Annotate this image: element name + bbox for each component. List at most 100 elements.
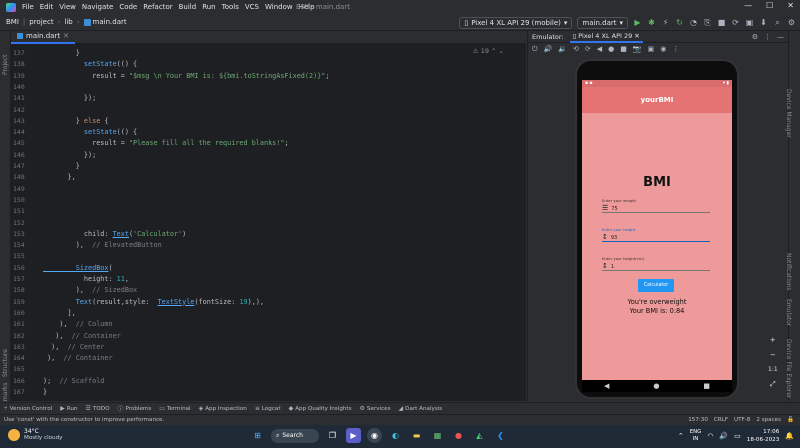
code-line[interactable]: ), // SizedBox	[43, 286, 137, 294]
weight-field[interactable]: Enter your weight ☰ 75	[602, 198, 710, 213]
breadcrumb-file[interactable]: main.dart	[93, 18, 127, 26]
tool-window-device-file-explorer[interactable]: Device File Explorer	[785, 339, 792, 398]
wifi-icon[interactable]: ◠	[707, 432, 713, 440]
tool-app-quality-insights[interactable]: ◆ App Quality Insights	[289, 405, 352, 412]
chrome-icon[interactable]: ◉	[367, 428, 382, 443]
maximize-icon[interactable]: ☐	[766, 1, 773, 10]
back-icon[interactable]: ◀	[604, 382, 609, 390]
menu-file[interactable]: File	[22, 3, 34, 11]
tool-app-inspection[interactable]: ◈ App Inspection	[199, 405, 247, 412]
home-icon[interactable]: ●	[653, 382, 659, 390]
battery-icon[interactable]: ▭	[734, 432, 741, 440]
task-view-icon[interactable]: ❐	[325, 428, 340, 443]
edge-icon[interactable]: ◐	[388, 428, 403, 443]
clock[interactable]: 17:06 18-06-2023	[747, 428, 780, 444]
menu-refactor[interactable]: Refactor	[143, 3, 172, 11]
rotate-right-icon[interactable]: ⟳	[585, 45, 591, 53]
fit-screen-icon[interactable]: ⤢	[770, 380, 776, 389]
code-line[interactable]: Text(result,style: TextStyle(fontSize: 1…	[43, 298, 264, 306]
code-area[interactable]: } setState(() { result = "$msg \n Your B…	[43, 45, 523, 401]
settings-icon[interactable]: ⚙	[752, 33, 758, 41]
zoom-out-icon[interactable]: −	[770, 351, 776, 359]
snapshot-icon[interactable]: ▣	[648, 45, 655, 53]
taskbar-search[interactable]: ⌕ Search	[271, 428, 319, 443]
profile-icon[interactable]: ◔	[689, 18, 698, 27]
menu-build[interactable]: Build	[179, 3, 197, 11]
weather-widget[interactable]: 34°C Mostly cloudy	[8, 428, 62, 441]
code-line[interactable]: ), // Container	[43, 332, 121, 340]
code-line[interactable]: ), // Column	[43, 320, 112, 328]
screenshot-icon[interactable]: 📷	[633, 45, 642, 53]
hide-icon[interactable]: —	[777, 33, 784, 41]
hot-reload-icon[interactable]: ⚡	[661, 18, 670, 27]
overview-icon[interactable]: ■	[703, 382, 710, 390]
breadcrumb-lib[interactable]: lib	[64, 18, 72, 26]
tool-window-device-manager[interactable]: Device Manager	[785, 89, 792, 138]
volume-up-icon[interactable]: 🔊	[544, 45, 553, 53]
volume-down-icon[interactable]: 🔉	[558, 45, 567, 53]
file-explorer-icon[interactable]: ▬	[409, 428, 424, 443]
tool-terminal[interactable]: ▭ Terminal	[159, 405, 190, 412]
calculator-button[interactable]: Calculator	[638, 279, 674, 292]
height-cm-field[interactable]: Enter your height(cm) ↕ 1	[602, 256, 710, 271]
store-icon[interactable]: ▦	[430, 428, 445, 443]
close-tab-icon[interactable]: ✕	[634, 32, 639, 40]
tool-window-structure[interactable]: Structure	[2, 349, 9, 377]
debug-icon[interactable]: ✱	[647, 18, 656, 27]
run-icon[interactable]: ▶	[633, 18, 642, 27]
breadcrumb-project[interactable]: project	[29, 18, 53, 26]
stop-icon[interactable]: ■	[717, 18, 726, 27]
code-line[interactable]: setState(() {	[43, 60, 137, 68]
close-icon[interactable]: ✕	[787, 1, 794, 10]
settings-icon[interactable]: ⚙	[787, 18, 796, 27]
height-input[interactable]: 93	[611, 235, 617, 241]
tab-emulator-device[interactable]: ▯ Pixel 4 XL API 29 ✕	[569, 31, 643, 43]
code-line[interactable]: ],	[43, 309, 76, 317]
menu-vcs[interactable]: VCS	[245, 3, 259, 11]
code-line[interactable]: });	[43, 151, 96, 159]
code-line[interactable]: } else {	[43, 117, 109, 125]
speaker-icon[interactable]: 🔊	[719, 432, 728, 440]
tool-window-emulator[interactable]: Emulator	[785, 299, 792, 326]
tool-window-project[interactable]: Project	[2, 54, 9, 75]
search-everywhere-icon[interactable]: ⌕	[773, 18, 782, 27]
code-line[interactable]: });	[43, 94, 96, 102]
file-encoding[interactable]: UTF-8	[734, 417, 750, 423]
code-line[interactable]: result = "Please fill all the required b…	[43, 139, 288, 147]
run-config-selector[interactable]: main.dart ▾	[577, 16, 628, 29]
height-cm-input[interactable]: 1	[611, 264, 614, 270]
tool-todo[interactable]: ☰ TODO	[86, 405, 110, 412]
language-indicator[interactable]: ENG IN	[690, 429, 702, 443]
code-line[interactable]: child: Text('Calculator')	[43, 230, 186, 238]
code-line[interactable]: }	[43, 49, 80, 57]
notification-center-icon[interactable]: 🔔	[785, 432, 794, 440]
code-line[interactable]: }	[43, 388, 47, 396]
chevron-up-icon[interactable]: ⌃	[678, 432, 684, 440]
more-icon[interactable]: ⋮	[672, 45, 679, 53]
home-icon[interactable]: ●	[608, 45, 614, 53]
attach-icon[interactable]: ⎘	[703, 18, 712, 27]
code-line[interactable]: ), // ElevatedButton	[43, 241, 162, 249]
code-line[interactable]: setState(() {	[43, 128, 137, 136]
power-icon[interactable]: ⏻	[532, 45, 538, 54]
device-screen[interactable]: ▪ ▪ ▾ ▮ yourBMI BMI Enter your weight ☰ 75…	[582, 80, 732, 380]
tool-problems[interactable]: ⓘ Problems	[117, 404, 151, 414]
weight-input[interactable]: 75	[611, 206, 617, 212]
tool-logcat[interactable]: ≡ Logcat	[255, 405, 281, 412]
browser-icon[interactable]: ●	[451, 428, 466, 443]
menu-code[interactable]: Code	[119, 3, 137, 11]
code-line[interactable]: ), // Center	[43, 343, 104, 351]
minimize-icon[interactable]: —	[744, 1, 752, 10]
code-editor[interactable]: main.dart ✕ ⚠ 19 ⌃ ⌄ 137 138 139 140 141 142 1…	[11, 31, 526, 401]
sdk-manager-icon[interactable]: ⬇	[759, 18, 768, 27]
back-icon[interactable]: ◀	[597, 45, 602, 53]
code-line[interactable]: },	[43, 173, 76, 181]
restart-icon[interactable]: ↻	[675, 18, 684, 27]
start-icon[interactable]: ⊞	[250, 428, 265, 443]
tool-services[interactable]: ⚙ Services	[360, 405, 391, 412]
lock-icon[interactable]: 🔓	[787, 417, 794, 423]
device-manager-icon[interactable]: ▣	[745, 18, 754, 27]
android-studio-icon[interactable]: ◭	[472, 428, 487, 443]
menu-edit[interactable]: Edit	[40, 3, 54, 11]
menu-window[interactable]: Window	[265, 3, 293, 11]
